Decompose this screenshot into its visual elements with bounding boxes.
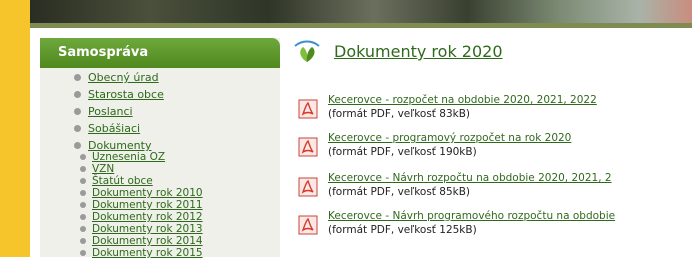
sidebar-item-label: Sobášiaci [88,122,141,135]
document-meta: (formát PDF, veľkosť 190kB) [328,146,477,158]
sidebar-subitem-dokumenty-2012[interactable]: Dokumenty rok 2012 [80,211,203,223]
sidebar-subitem-statut-obce[interactable]: Štatút obce [80,175,153,187]
document-meta: (formát PDF, veľkosť 83kB) [328,108,471,120]
document-item: Kecerovce - rozpočet na obdobie 2020, 20… [298,94,692,124]
document-meta: (formát PDF, veľkosť 125kB) [328,224,477,236]
bullet-icon [80,178,86,184]
sidebar-subitem-label: Dokumenty rok 2011 [92,199,203,211]
sidebar-subitem-label: Dokumenty rok 2010 [92,187,203,199]
sidebar-subitem-dokumenty-2011[interactable]: Dokumenty rok 2011 [80,199,203,211]
bullet-icon [80,166,86,172]
sidebar-item-poslanci[interactable]: Poslanci [74,104,133,119]
sidebar-subitem-dokumenty-2014[interactable]: Dokumenty rok 2014 [80,235,203,247]
sidebar-subitem-label: Štatút obce [92,175,153,187]
sidebar-subitem-label: Dokumenty rok 2013 [92,223,203,235]
bullet-icon [80,214,86,220]
header-banner-image [30,0,692,28]
sidebar-subitem-dokumenty-2015[interactable]: Dokumenty rok 2015 [80,247,203,259]
sidebar-subitem-uznesenia-oz[interactable]: Uznesenia OZ [80,151,166,163]
sidebar-item-label: Obecný úrad [88,71,159,84]
bullet-icon [80,154,86,160]
document-link[interactable]: Kecerovce - Návrh rozpočtu na obdobie 20… [328,172,612,184]
sidebar-item-label: Starosta obce [88,88,164,101]
pdf-icon[interactable] [298,215,318,235]
sidebar-subitem-dokumenty-2010[interactable]: Dokumenty rok 2010 [80,187,203,199]
bullet-icon [74,74,81,81]
document-item: Kecerovce - Návrh rozpočtu na obdobie 20… [298,172,692,202]
yellow-accent-bar [0,0,30,257]
bullet-icon [74,91,81,98]
bullet-icon [80,202,86,208]
sidebar: Samospráva Obecný úrad Starosta obce Pos… [40,38,280,259]
main-content: Dokumenty rok 2020 Kecerovce - rozpočet … [290,28,692,257]
page-title[interactable]: Dokumenty rok 2020 [334,42,503,61]
sidebar-item-sobasiaci[interactable]: Sobášiaci [74,121,141,136]
bullet-icon [80,190,86,196]
sidebar-item-starosta-obce[interactable]: Starosta obce [74,87,164,102]
bullet-icon [74,142,81,149]
pdf-icon[interactable] [298,99,318,119]
pdf-icon[interactable] [298,177,318,197]
sidebar-item-label: Poslanci [88,105,133,118]
bullet-icon [80,226,86,232]
document-item: Kecerovce - programový rozpočet na rok 2… [298,132,692,162]
document-meta: (formát PDF, veľkosť 85kB) [328,186,471,198]
document-link[interactable]: Kecerovce - Návrh programového rozpočtu … [328,210,615,222]
sidebar-subitem-vzn[interactable]: VZN [80,163,115,175]
bullet-icon [80,250,86,256]
sidebar-header: Samospráva [40,38,280,68]
sidebar-item-obecny-urad[interactable]: Obecný úrad [74,70,159,85]
bullet-icon [74,125,81,132]
sidebar-subitem-label: Dokumenty rok 2014 [92,235,203,247]
sidebar-subitem-label: Uznesenia OZ [92,151,166,163]
sidebar-subitem-label: Dokumenty rok 2015 [92,247,203,259]
sidebar-subitem-dokumenty-2013[interactable]: Dokumenty rok 2013 [80,223,203,235]
document-link[interactable]: Kecerovce - programový rozpočet na rok 2… [328,132,571,144]
bullet-icon [74,108,81,115]
sidebar-subitem-label: VZN [92,163,115,175]
leaf-logo-icon [294,40,320,62]
sidebar-subitem-label: Dokumenty rok 2012 [92,211,203,223]
document-link[interactable]: Kecerovce - rozpočet na obdobie 2020, 20… [328,94,597,106]
bullet-icon [80,238,86,244]
document-item: Kecerovce - Návrh programového rozpočtu … [298,210,692,240]
pdf-icon[interactable] [298,137,318,157]
